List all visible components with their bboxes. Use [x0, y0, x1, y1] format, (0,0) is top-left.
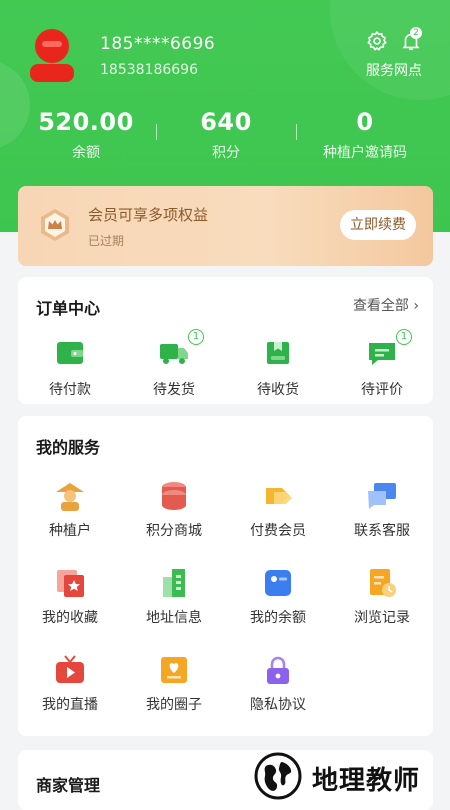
stat-label: 余额 [72, 145, 100, 161]
stat-label: 种植户邀请码 [323, 145, 407, 161]
stat-value: 520.00 [38, 108, 134, 136]
service-label: 隐私协议 [250, 697, 306, 713]
gear-icon[interactable] [366, 30, 388, 52]
service-label: 积分商城 [146, 523, 202, 539]
stat-invite-code[interactable]: 0 种植户邀请码 [290, 108, 440, 162]
service-label: 浏览记录 [354, 610, 410, 626]
history-icon [366, 567, 398, 599]
service-label: 地址信息 [146, 610, 202, 626]
order-item-label: 待发货 [153, 382, 195, 398]
vip-banner[interactable]: 会员可享多项权益 已过期 立即续费 [18, 186, 433, 266]
service-item-favorites[interactable]: 我的收藏 [18, 567, 122, 627]
service-item-live[interactable]: 我的直播 [18, 654, 122, 714]
tv-icon [54, 654, 86, 686]
watermark: 地理教师 [234, 750, 450, 800]
wallet-icon [54, 339, 86, 371]
stat-balance[interactable]: 520.00 余额 [11, 108, 161, 162]
heart-card-icon [158, 654, 190, 686]
section-title: 商家管理 [36, 776, 101, 795]
service-label: 我的圈子 [146, 697, 202, 713]
service-item-farmer[interactable]: 种植户 [18, 480, 122, 540]
order-item-label: 待付款 [49, 382, 91, 398]
order-item-label: 待收货 [257, 382, 299, 398]
stat-label: 积分 [212, 145, 240, 161]
count-badge: 1 [396, 329, 412, 345]
section-title: 我的服务 [36, 438, 101, 457]
service-item-address[interactable]: 地址信息 [122, 567, 226, 627]
user-phone: 18538186696 [100, 62, 198, 78]
service-label: 我的余额 [250, 610, 306, 626]
view-all-link[interactable]: 查看全部 › [353, 295, 419, 315]
my-services-card: 我的服务 种植户 积分商城 付费会员 联系客服 我的收藏 地址信息 我的余额 浏… [18, 416, 433, 736]
farmer-icon [54, 480, 86, 512]
order-item-pending-payment[interactable]: 待付款 [18, 339, 122, 399]
service-item-history[interactable]: 浏览记录 [330, 567, 434, 627]
building-icon [158, 567, 190, 599]
stat-value: 0 [356, 108, 374, 136]
vip-tag-icon [262, 480, 294, 512]
stat-points[interactable]: 640 积分 [151, 108, 301, 162]
order-item-label: 待评价 [361, 382, 403, 398]
vip-title: 会员可享多项权益 [88, 206, 209, 224]
comment-icon: 1 [366, 329, 412, 371]
order-item-pending-receipt[interactable]: 待收货 [226, 339, 330, 399]
service-item-balance[interactable]: 我的余额 [226, 567, 330, 627]
service-label: 种植户 [49, 523, 91, 539]
service-label: 付费会员 [250, 523, 306, 539]
service-point-link[interactable]: 服务网点 [366, 60, 422, 80]
balance-icon [262, 567, 294, 599]
order-center-card: 订单中心 查看全部 › 待付款 1 待发货 待收货 1 待评价 [18, 277, 433, 404]
star-icon [54, 567, 86, 599]
renew-button[interactable]: 立即续费 [340, 210, 416, 240]
globe-icon [254, 752, 302, 800]
lock-icon [262, 654, 294, 686]
service-label: 联系客服 [354, 523, 410, 539]
section-title: 订单中心 [36, 299, 101, 318]
user-phone-masked: 185****6696 [100, 34, 216, 54]
order-item-pending-shipment[interactable]: 1 待发货 [122, 329, 226, 399]
watermark-text: 地理教师 [312, 766, 421, 796]
service-item-circle[interactable]: 我的圈子 [122, 654, 226, 714]
service-item-customer-service[interactable]: 联系客服 [330, 480, 434, 540]
service-label: 我的收藏 [42, 610, 98, 626]
count-badge: 1 [188, 329, 204, 345]
service-label: 我的直播 [42, 697, 98, 713]
notification-badge: 2 [410, 27, 422, 39]
service-item-points-mall[interactable]: 积分商城 [122, 480, 226, 540]
chat-icon [366, 480, 398, 512]
view-all-label: 查看全部 [352, 298, 409, 314]
avatar[interactable] [26, 26, 78, 86]
service-item-paid-membership[interactable]: 付费会员 [226, 480, 330, 540]
vip-status: 已过期 [88, 234, 125, 248]
service-item-privacy[interactable]: 隐私协议 [226, 654, 330, 714]
truck-icon: 1 [158, 329, 204, 371]
order-item-pending-review[interactable]: 1 待评价 [330, 329, 434, 399]
package-icon [262, 339, 294, 371]
chevron-right-icon: › [413, 298, 419, 314]
stat-value: 640 [200, 108, 252, 136]
coins-icon [158, 480, 190, 512]
decor-circle [330, 0, 450, 100]
crown-icon [38, 208, 72, 242]
